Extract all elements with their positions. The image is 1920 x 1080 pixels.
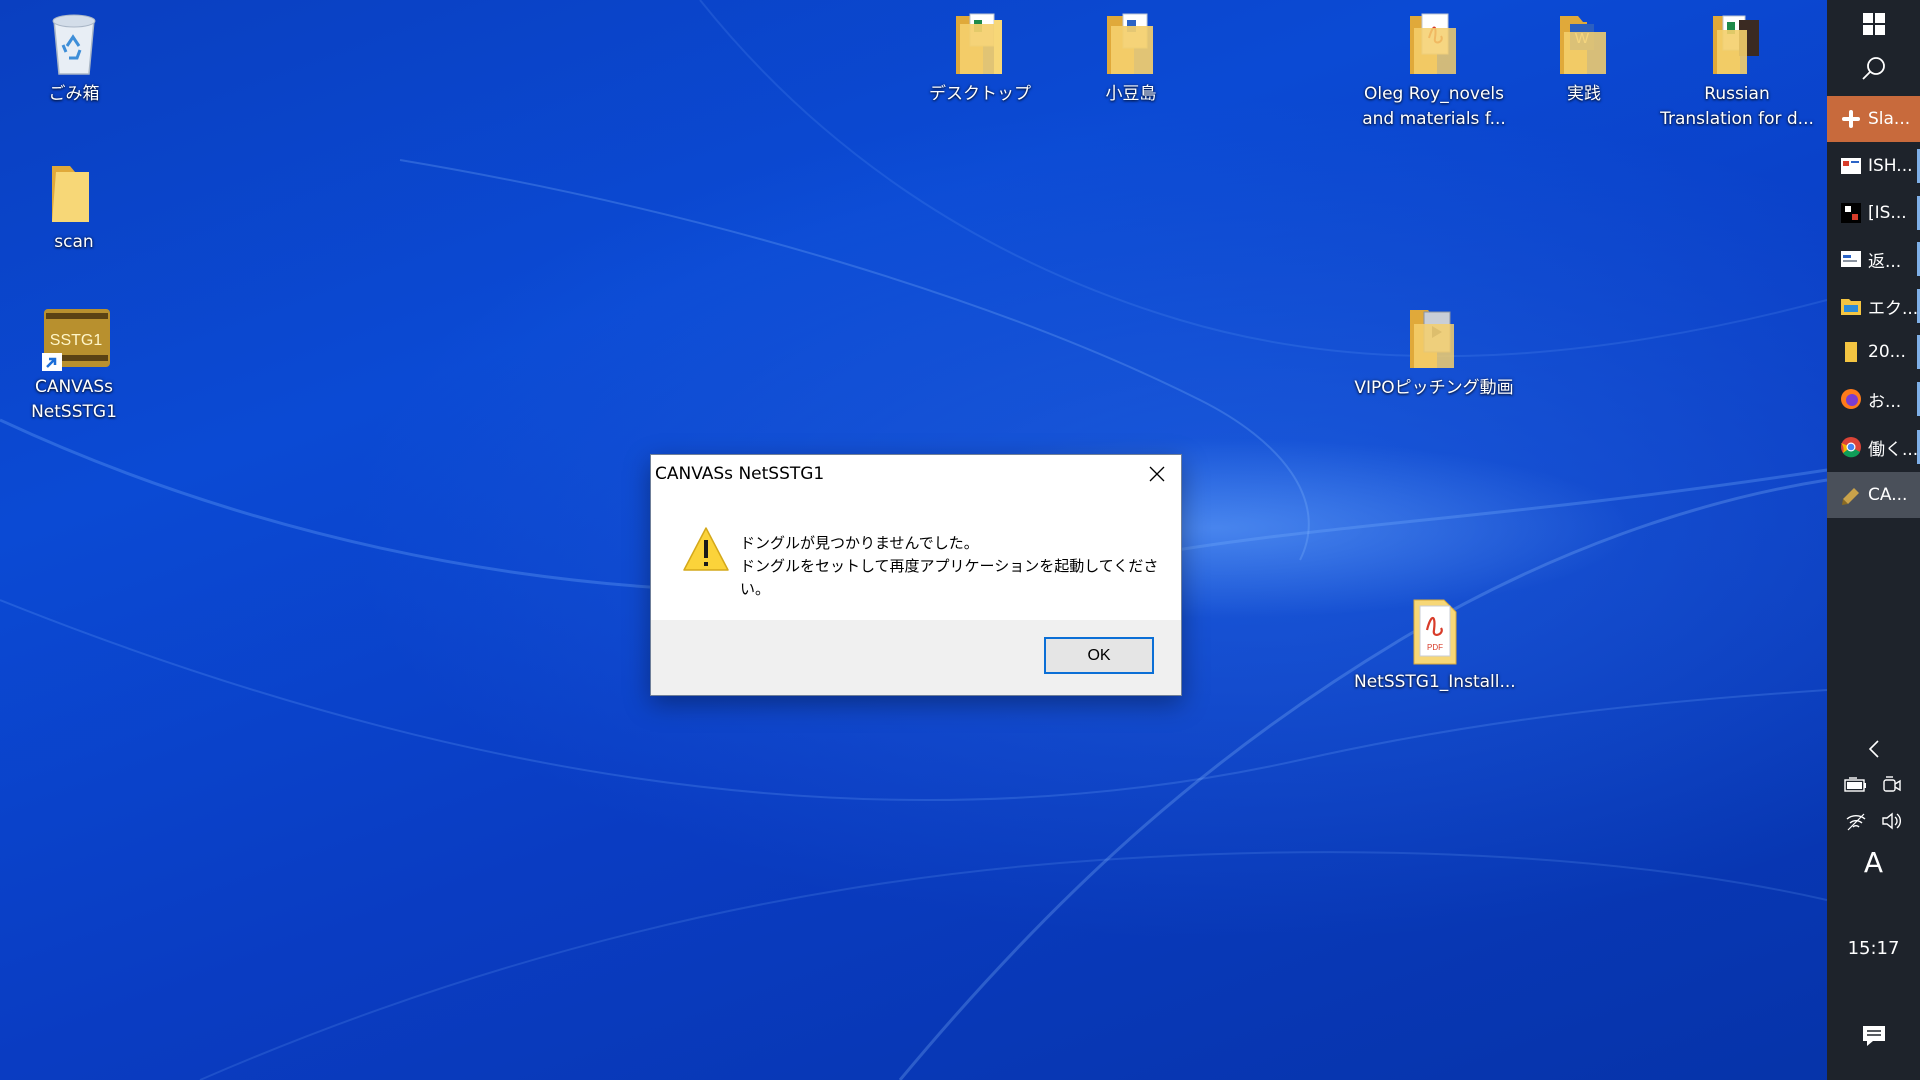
canvass-icon (1839, 483, 1863, 507)
chevron-left-icon (1868, 740, 1879, 758)
dialog-button-bar: OK (651, 620, 1181, 695)
speaker-icon (1882, 812, 1901, 830)
taskbar-app-label: エク... (1868, 298, 1919, 319)
taskbar-app-firefox[interactable]: お... (1827, 376, 1920, 422)
desktop-icon-netsstg1-install-pdf[interactable]: PDF NetSSTG1_Install... (1354, 598, 1516, 695)
dialog-close-button[interactable] (1133, 455, 1181, 493)
wifi-icon (1846, 813, 1866, 831)
dialog-message-line-2: ドングルをセットして再度アプリケーションを起動してください。 (740, 557, 1159, 598)
desktop-icon-scan[interactable]: scan (18, 158, 130, 255)
folder-photo-icon (1705, 10, 1769, 78)
taskbar-clock[interactable]: 15:17 (1827, 938, 1920, 959)
taskbar-app-label: 返... (1868, 251, 1902, 272)
folder-docs-icon (1099, 10, 1163, 78)
taskbar-app-label: お... (1868, 391, 1902, 412)
desktop-icon-label: 小豆島 (1105, 84, 1157, 104)
dialog-message: ドングルが見つかりませんでした。 ドングルをセットして再度アプリケーションを起動… (740, 532, 1181, 601)
taskbar: Sla... ISH... [IS... 返... エク... 20... お.… (1827, 0, 1920, 1080)
camera-icon (1883, 776, 1901, 792)
taskbar-app-slack[interactable]: Sla... (1827, 96, 1920, 142)
folder-icon (42, 158, 106, 226)
taskbar-app-reply[interactable]: 返... (1827, 236, 1920, 282)
desktop-icon-label: 実践 (1567, 84, 1601, 104)
desktop-icon-russian-translation-folder[interactable]: Russian Translation for d... (1657, 10, 1817, 132)
chrome-icon (1839, 435, 1863, 459)
desktop-icon-label: Oleg Roy_novels and materials f... (1362, 84, 1506, 129)
firefox-icon (1839, 387, 1863, 411)
ime-mode-indicator[interactable]: A (1827, 846, 1920, 879)
desktop-icon-canvass-netsstg1[interactable]: SSTG1 CANVASs NetSSTG1 (18, 303, 130, 425)
desktop-icon-label: VIPOピッチング動画 (1354, 378, 1514, 398)
svg-text:PDF: PDF (1427, 643, 1443, 652)
taskbar-app-ish[interactable]: ISH... (1827, 143, 1920, 189)
taskbar-app-label: 働く... (1868, 439, 1919, 460)
folder-word-icon: W (1552, 10, 1616, 78)
dialog-titlebar[interactable]: CANVASs NetSSTG1 (651, 455, 1181, 495)
taskbar-app-label: ISH... (1868, 156, 1913, 176)
desktop-icon-vipo-video-folder[interactable]: VIPOピッチング動画 (1354, 304, 1514, 401)
folder-pdf-icon (1402, 10, 1466, 78)
desktop-icon-desktop-folder[interactable]: デスクトップ (924, 10, 1036, 107)
taskbar-app-label: Sla... (1868, 109, 1911, 129)
canvass-app-shortcut-icon: SSTG1 (42, 303, 110, 371)
warning-icon (682, 526, 730, 572)
desktop-icon-label: CANVASs NetSSTG1 (31, 377, 117, 422)
desktop-icon-label: デスクトップ (929, 84, 1031, 104)
action-center-button[interactable] (1827, 1018, 1920, 1054)
taskbar-app-label: 20... (1868, 342, 1906, 362)
window-app-icon (1839, 154, 1863, 178)
taskbar-app-canvass[interactable]: CA... (1827, 472, 1920, 518)
taskbar-app-chrome[interactable]: 働く... (1827, 424, 1920, 470)
recycle-bin-icon (42, 10, 106, 78)
desktop-icon-label: Russian Translation for d... (1660, 84, 1814, 129)
show-hidden-icons-button[interactable] (1827, 734, 1920, 764)
folder-video-icon (1402, 304, 1466, 372)
desktop-icon-oleg-roy-folder[interactable]: Oleg Roy_novels and materials f... (1354, 10, 1514, 132)
desktop-icon-label: NetSSTG1_Install... (1354, 672, 1516, 692)
desktop-icon-shodoshima-folder[interactable]: 小豆島 (1075, 10, 1187, 107)
taskbar-app-folder-20[interactable]: 20... (1827, 329, 1920, 375)
slack-icon (1839, 107, 1863, 131)
battery-icon (1844, 777, 1866, 792)
close-icon (1149, 466, 1165, 482)
taskbar-app-label: CA... (1868, 485, 1908, 505)
volume-control[interactable] (1877, 806, 1907, 836)
desktop-icon-label: scan (54, 232, 94, 252)
folder-icon (1839, 340, 1863, 364)
taskbar-app-explorer[interactable]: エク... (1827, 283, 1920, 329)
desktop: ごみ箱 scan SSTG1 CANVASs NetSSTG1 デスクトップ 小… (0, 0, 1827, 1080)
ok-button[interactable]: OK (1044, 637, 1154, 674)
network-status[interactable] (1841, 806, 1871, 836)
desktop-icon-jissen-folder[interactable]: W 実践 (1528, 10, 1640, 107)
dialog-title: CANVASs NetSSTG1 (655, 464, 825, 484)
search-icon (1861, 57, 1885, 80)
taskbar-app-is[interactable]: [IS... (1827, 190, 1920, 236)
mail-window-icon (1839, 247, 1863, 271)
meet-now-button[interactable] (1877, 770, 1907, 800)
game-app-icon (1839, 201, 1863, 225)
search-button[interactable] (1827, 48, 1920, 88)
desktop-icon-label: ごみ箱 (48, 84, 100, 104)
taskbar-app-label: [IS... (1868, 203, 1907, 223)
svg-text:SSTG1: SSTG1 (50, 332, 103, 349)
dialog-message-line-1: ドングルが見つかりませんでした。 (740, 534, 979, 552)
pdf-file-icon: PDF (1402, 598, 1466, 666)
error-dialog: CANVASs NetSSTG1 ドングルが見つかりませんでした。 ドングルをセ… (650, 454, 1182, 696)
desktop-icon-recycle-bin[interactable]: ごみ箱 (18, 10, 130, 107)
notification-icon (1862, 1026, 1885, 1046)
battery-status[interactable] (1841, 770, 1871, 800)
start-button[interactable] (1827, 4, 1920, 44)
windows-logo-icon (1862, 13, 1885, 35)
folder-excel-icon (948, 10, 1012, 78)
file-explorer-icon (1839, 294, 1863, 318)
